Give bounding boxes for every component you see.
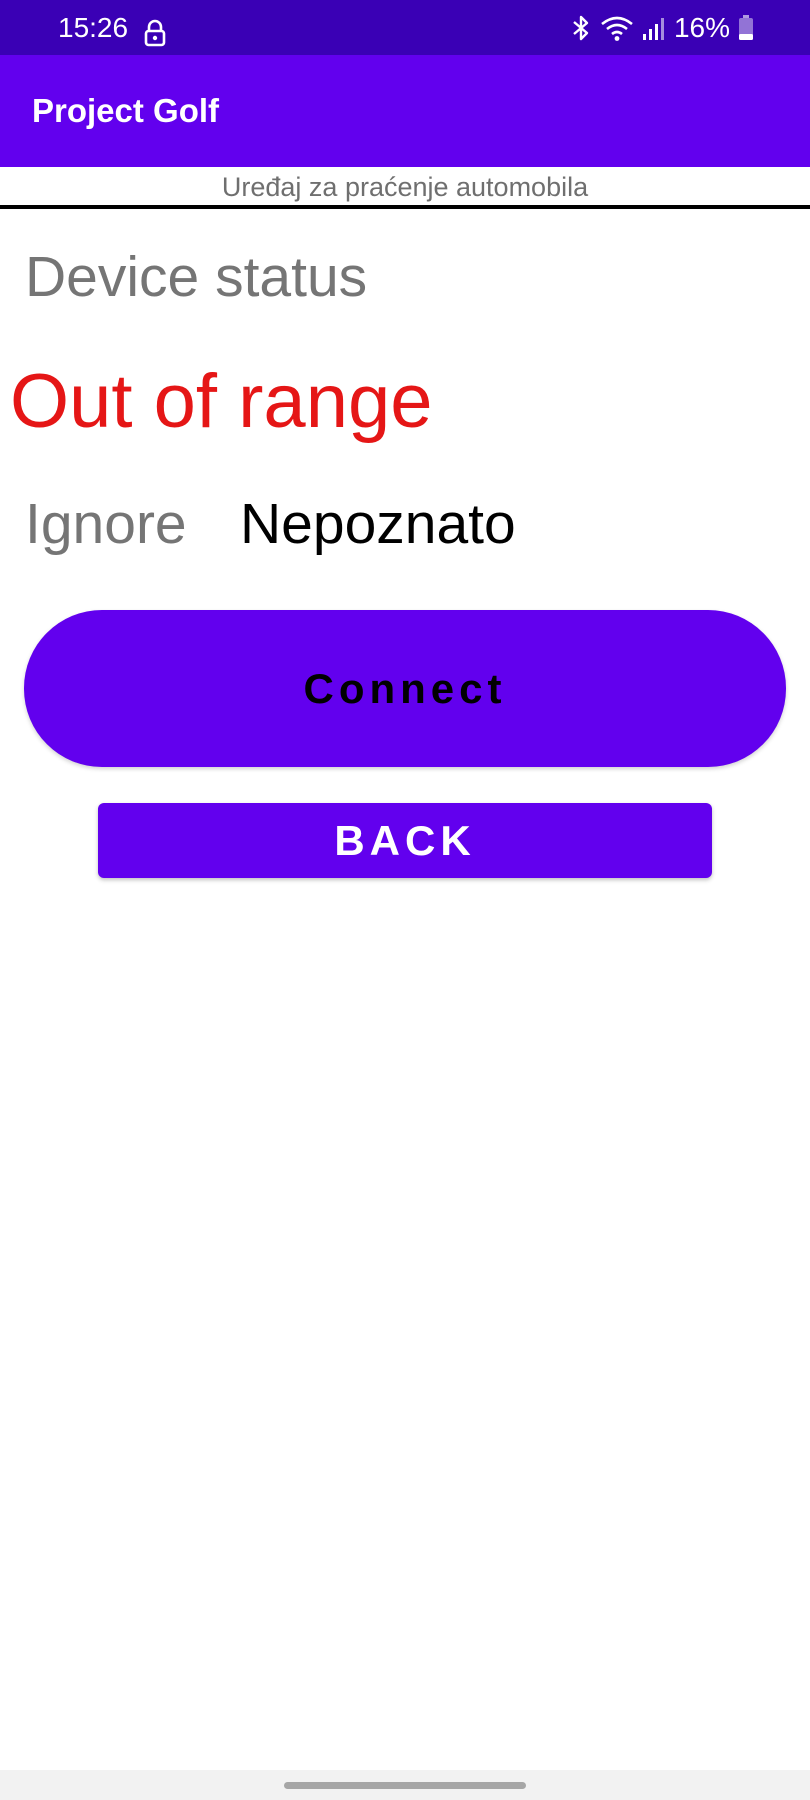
ignore-value: Nepoznato: [240, 492, 516, 556]
device-status-label: Device status: [25, 245, 368, 309]
app-bar: Project Golf: [0, 55, 810, 167]
ignore-label: Ignore: [25, 492, 187, 556]
signal-icon: [642, 18, 664, 40]
divider: [0, 205, 810, 209]
page-subtitle: Uređaj za praćenje automobila: [221, 172, 589, 202]
battery-percent: 16%: [673, 12, 730, 43]
bluetooth-icon: [573, 15, 589, 41]
connect-button[interactable]: Connect: [24, 610, 786, 767]
app-title: Project Golf: [32, 92, 220, 129]
lock-icon: [144, 19, 166, 47]
device-status-value: Out of range: [10, 359, 433, 444]
status-time: 15:26: [58, 12, 129, 43]
status-bar: 15:26 16%: [0, 0, 810, 55]
home-gesture-handle[interactable]: [284, 1782, 526, 1789]
wifi-icon: [601, 16, 633, 41]
status-icons: 16%: [570, 12, 754, 44]
battery-icon: [739, 15, 753, 40]
back-button[interactable]: BACK: [98, 803, 712, 878]
